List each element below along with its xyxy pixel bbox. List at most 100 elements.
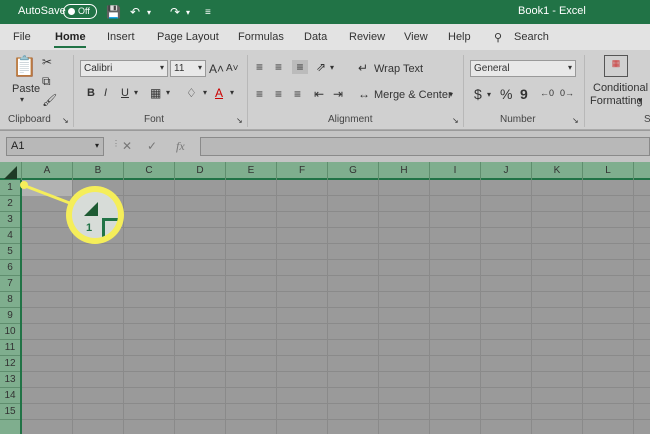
undo-icon[interactable]: ↶: [130, 5, 140, 19]
merge-center-icon[interactable]: ↔: [358, 87, 370, 101]
format-painter-icon[interactable]: 🖌: [42, 93, 57, 107]
font-size-select[interactable]: 11 ▾: [170, 60, 206, 77]
merge-center-button[interactable]: Merge & Center: [374, 89, 452, 101]
row-header[interactable]: 11: [0, 340, 20, 356]
tab-view[interactable]: View: [404, 31, 428, 43]
number-format-select[interactable]: General ▾: [470, 60, 576, 77]
decrease-decimal-icon[interactable]: 0→: [560, 86, 574, 100]
column-header[interactable]: B: [73, 162, 124, 180]
search-icon[interactable]: ⚲: [494, 31, 502, 44]
column-header[interactable]: A: [22, 162, 73, 180]
borders-icon[interactable]: ▦: [150, 86, 161, 100]
cut-icon[interactable]: ✂: [42, 55, 52, 69]
tab-file[interactable]: File: [13, 31, 31, 43]
row-header[interactable]: 5: [0, 244, 20, 260]
increase-decimal-icon[interactable]: ←0: [540, 86, 554, 100]
column-header[interactable]: E: [226, 162, 277, 180]
conditional-formatting-line1[interactable]: Conditional: [593, 82, 648, 94]
tab-review[interactable]: Review: [349, 31, 385, 43]
orientation-icon[interactable]: ⇗: [316, 60, 326, 74]
underline-dropdown-icon[interactable]: ▾: [134, 88, 138, 97]
increase-font-icon[interactable]: A˄: [209, 62, 224, 76]
column-header[interactable]: I: [430, 162, 481, 180]
number-launcher-icon[interactable]: ↘: [572, 114, 579, 128]
row-header[interactable]: 9: [0, 308, 20, 324]
row-header[interactable]: 13: [0, 372, 20, 388]
fill-dropdown-icon[interactable]: ▾: [203, 88, 207, 97]
tab-data[interactable]: Data: [304, 31, 327, 43]
row-header[interactable]: 12: [0, 356, 20, 372]
percent-style-button[interactable]: %: [500, 86, 512, 102]
redo-icon[interactable]: ↷: [170, 5, 180, 19]
row-header[interactable]: 14: [0, 388, 20, 404]
accounting-dropdown-icon[interactable]: ▾: [487, 90, 491, 99]
insert-function-button[interactable]: fx: [176, 139, 185, 154]
column-header[interactable]: L: [583, 162, 634, 180]
paste-dropdown-icon[interactable]: ▾: [20, 95, 24, 104]
name-box[interactable]: A1 ▾: [6, 137, 104, 156]
select-all-triangle-icon[interactable]: [4, 166, 17, 179]
conditional-formatting-icon[interactable]: ▦: [604, 55, 628, 77]
undo-dropdown-icon[interactable]: ▾: [147, 8, 151, 17]
customize-qat-icon[interactable]: ≡: [205, 7, 211, 18]
row-header[interactable]: 10: [0, 324, 20, 340]
row-header[interactable]: 15: [0, 404, 20, 420]
row-header[interactable]: 2: [0, 196, 20, 212]
conditional-formatting-line2[interactable]: Formatting: [590, 95, 643, 107]
comma-style-button[interactable]: 9: [520, 86, 528, 102]
decrease-font-icon[interactable]: A˅: [226, 62, 239, 76]
formula-input[interactable]: [200, 137, 650, 156]
copy-icon[interactable]: ⧉: [42, 74, 51, 88]
autosave-toggle[interactable]: Off: [63, 4, 97, 19]
font-color-icon[interactable]: A: [215, 86, 223, 100]
column-header[interactable]: F: [277, 162, 328, 180]
tab-insert[interactable]: Insert: [107, 31, 135, 43]
row-header[interactable]: 7: [0, 276, 20, 292]
merge-dropdown-icon[interactable]: ▾: [449, 90, 453, 99]
tab-help[interactable]: Help: [448, 31, 471, 43]
column-header[interactable]: G: [328, 162, 379, 180]
align-middle-icon[interactable]: ≡: [275, 60, 282, 74]
enter-icon[interactable]: ✓: [147, 139, 157, 153]
italic-button[interactable]: I: [104, 87, 107, 99]
decrease-indent-icon[interactable]: ⇤: [314, 87, 324, 101]
save-icon[interactable]: 💾: [106, 5, 121, 19]
column-header[interactable]: C: [124, 162, 175, 180]
conditional-dropdown-icon[interactable]: ▾: [638, 96, 642, 105]
row-header[interactable]: 4: [0, 228, 20, 244]
tab-home[interactable]: Home: [55, 31, 86, 43]
paste-icon[interactable]: 📋: [12, 56, 37, 78]
wrap-text-icon[interactable]: ↵: [358, 61, 368, 75]
alignment-launcher-icon[interactable]: ↘: [452, 114, 459, 128]
row-header[interactable]: 6: [0, 260, 20, 276]
row-header[interactable]: 8: [0, 292, 20, 308]
align-bottom-icon[interactable]: ≡: [292, 60, 308, 74]
row-header[interactable]: 1: [0, 180, 20, 196]
font-launcher-icon[interactable]: ↘: [236, 114, 243, 128]
row-header[interactable]: 3: [0, 212, 20, 228]
accounting-format-button[interactable]: $: [474, 86, 482, 102]
tab-page-layout[interactable]: Page Layout: [157, 31, 219, 43]
search-label[interactable]: Search: [514, 31, 549, 43]
align-right-icon[interactable]: ≡: [294, 87, 301, 101]
font-name-select[interactable]: Calibri ▾: [80, 60, 168, 77]
orientation-dropdown-icon[interactable]: ▾: [330, 63, 334, 72]
column-header[interactable]: H: [379, 162, 430, 180]
clipboard-launcher-icon[interactable]: ↘: [62, 114, 69, 128]
column-header[interactable]: D: [175, 162, 226, 180]
tab-formulas[interactable]: Formulas: [238, 31, 284, 43]
borders-dropdown-icon[interactable]: ▾: [166, 88, 170, 97]
wrap-text-button[interactable]: Wrap Text: [374, 63, 423, 75]
column-header[interactable]: K: [532, 162, 583, 180]
increase-indent-icon[interactable]: ⇥: [333, 87, 343, 101]
font-color-dropdown-icon[interactable]: ▾: [230, 88, 234, 97]
redo-dropdown-icon[interactable]: ▾: [186, 8, 190, 17]
align-left-icon[interactable]: ≡: [256, 87, 263, 101]
underline-button[interactable]: U: [121, 87, 129, 99]
align-center-icon[interactable]: ≡: [275, 87, 282, 101]
cancel-icon[interactable]: ✕: [122, 139, 132, 153]
align-top-icon[interactable]: ≡: [256, 60, 263, 74]
column-header[interactable]: J: [481, 162, 532, 180]
bold-button[interactable]: B: [87, 87, 95, 99]
fill-color-icon[interactable]: ♢: [186, 86, 197, 100]
